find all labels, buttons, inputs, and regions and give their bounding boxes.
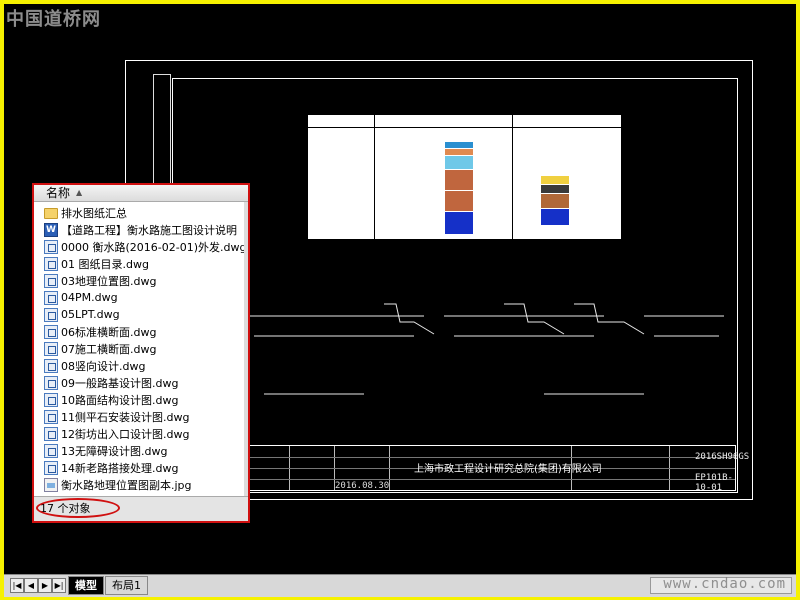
file-name: 排水图纸汇总 bbox=[61, 206, 127, 220]
dwg-file-icon bbox=[44, 290, 58, 305]
list-item[interactable]: 0000 衡水路(2016-02-01)外发.dwg bbox=[34, 238, 248, 255]
dwg-file-icon bbox=[44, 358, 58, 373]
status-bar: 17 个对象 bbox=[34, 496, 248, 521]
drawing-number: EP101B-10-01 bbox=[695, 473, 733, 493]
file-name: 衡水路地理位置图副本.jpg bbox=[61, 478, 192, 492]
title-block-rule bbox=[249, 479, 735, 480]
watermark-logo: 中国道桥网 bbox=[6, 9, 101, 30]
vertical-scrollbar[interactable] bbox=[244, 202, 248, 497]
cad-drawing-canvas[interactable]: 中国道桥网 2016.08.30 上海市政工程设计研究总院(集团)有限公司 20… bbox=[4, 4, 796, 574]
list-item[interactable]: 11侧平石安装设计图.dwg bbox=[34, 408, 248, 425]
name-column-header[interactable]: 名称 ▲ bbox=[34, 185, 248, 202]
tab-layout1[interactable]: 布局1 bbox=[105, 576, 148, 595]
dwg-file-icon bbox=[44, 256, 58, 271]
list-item[interactable]: 05LPT.dwg bbox=[34, 306, 248, 323]
title-block-rule bbox=[249, 457, 735, 458]
sort-up-icon: ▲ bbox=[76, 188, 83, 197]
prev-tab-button[interactable]: ◀ bbox=[24, 578, 38, 593]
file-name: 04PM.dwg bbox=[61, 291, 118, 304]
next-tab-button[interactable]: ▶ bbox=[38, 578, 52, 593]
file-explorer-panel[interactable]: 名称 ▲ 排水图纸汇总 W 【道路工程】衡水路施工图设计说明 0000 衡水路(2… bbox=[32, 183, 250, 523]
file-name: 09一般路基设计图.dwg bbox=[61, 376, 179, 390]
dwg-file-icon bbox=[44, 409, 58, 424]
list-item[interactable]: 10路面结构设计图.dwg bbox=[34, 391, 248, 408]
layout-tab-bar: |◀ ◀ ▶ ▶| 模型 布局1 www.cndao.com bbox=[4, 574, 796, 597]
file-list: 排水图纸汇总 W 【道路工程】衡水路施工图设计说明 0000 衡水路(2016-0… bbox=[34, 202, 248, 493]
list-item[interactable]: 排水图纸汇总 bbox=[34, 204, 248, 221]
project-code: 2016SH96GS bbox=[695, 452, 750, 462]
list-item[interactable]: W 【道路工程】衡水路施工图设计说明 bbox=[34, 221, 248, 238]
list-item[interactable]: 12街坊出入口设计图.dwg bbox=[34, 425, 248, 442]
drawing-date: 2016.08.30 bbox=[335, 481, 390, 491]
last-tab-button[interactable]: ▶| bbox=[52, 578, 66, 593]
dwg-file-icon bbox=[44, 375, 58, 390]
list-item[interactable]: 04PM.dwg bbox=[34, 289, 248, 306]
file-name: 07施工横断面.dwg bbox=[61, 342, 157, 356]
list-item[interactable]: 13无障碍设计图.dwg bbox=[34, 442, 248, 459]
file-name: 03地理位置图.dwg bbox=[61, 274, 157, 288]
dwg-file-icon bbox=[44, 426, 58, 441]
file-name: 0000 衡水路(2016-02-01)外发.dwg bbox=[61, 240, 247, 254]
image-file-icon bbox=[44, 477, 58, 492]
list-item[interactable]: 衡水路地理位置图副本.jpg bbox=[34, 476, 248, 493]
list-item[interactable]: 03地理位置图.dwg bbox=[34, 272, 248, 289]
title-block: 2016.08.30 上海市政工程设计研究总院(集团)有限公司 2016SH96… bbox=[248, 445, 749, 493]
dwg-file-icon bbox=[44, 324, 58, 339]
dwg-file-icon bbox=[44, 392, 58, 407]
file-name: 12街坊出入口设计图.dwg bbox=[61, 427, 190, 441]
folder-icon bbox=[44, 208, 58, 219]
list-item[interactable]: 07施工横断面.dwg bbox=[34, 340, 248, 357]
company-name: 上海市政工程设计研究总院(集团)有限公司 bbox=[414, 464, 602, 475]
name-column-label: 名称 bbox=[46, 186, 71, 200]
dwg-file-icon bbox=[44, 239, 58, 254]
file-name: 13无障碍设计图.dwg bbox=[61, 444, 168, 458]
file-name: 08竖向设计.dwg bbox=[61, 359, 146, 373]
file-name: 10路面结构设计图.dwg bbox=[61, 393, 179, 407]
file-name: 11侧平石安装设计图.dwg bbox=[61, 410, 190, 424]
tab-model[interactable]: 模型 bbox=[68, 576, 104, 595]
highlight-oval bbox=[36, 498, 120, 518]
first-tab-button[interactable]: |◀ bbox=[10, 578, 24, 593]
file-name: 01 图纸目录.dwg bbox=[61, 257, 149, 271]
list-item[interactable]: 09一般路基设计图.dwg bbox=[34, 374, 248, 391]
dwg-file-icon bbox=[44, 307, 58, 322]
watermark-url: www.cndao.com bbox=[663, 576, 786, 592]
file-name: 05LPT.dwg bbox=[61, 308, 120, 321]
list-item[interactable]: 14新老路搭接处理.dwg bbox=[34, 459, 248, 476]
list-item[interactable]: 01 图纸目录.dwg bbox=[34, 255, 248, 272]
file-name: 14新老路搭接处理.dwg bbox=[61, 461, 179, 475]
file-name: 06标准横断面.dwg bbox=[61, 325, 157, 339]
dwg-file-icon bbox=[44, 460, 58, 475]
dwg-file-icon bbox=[44, 443, 58, 458]
word-doc-icon: W bbox=[44, 222, 58, 237]
dwg-file-icon bbox=[44, 273, 58, 288]
file-name: 【道路工程】衡水路施工图设计说明 bbox=[61, 223, 237, 237]
dwg-file-icon bbox=[44, 341, 58, 356]
list-item[interactable]: 08竖向设计.dwg bbox=[34, 357, 248, 374]
list-item[interactable]: 06标准横断面.dwg bbox=[34, 323, 248, 340]
